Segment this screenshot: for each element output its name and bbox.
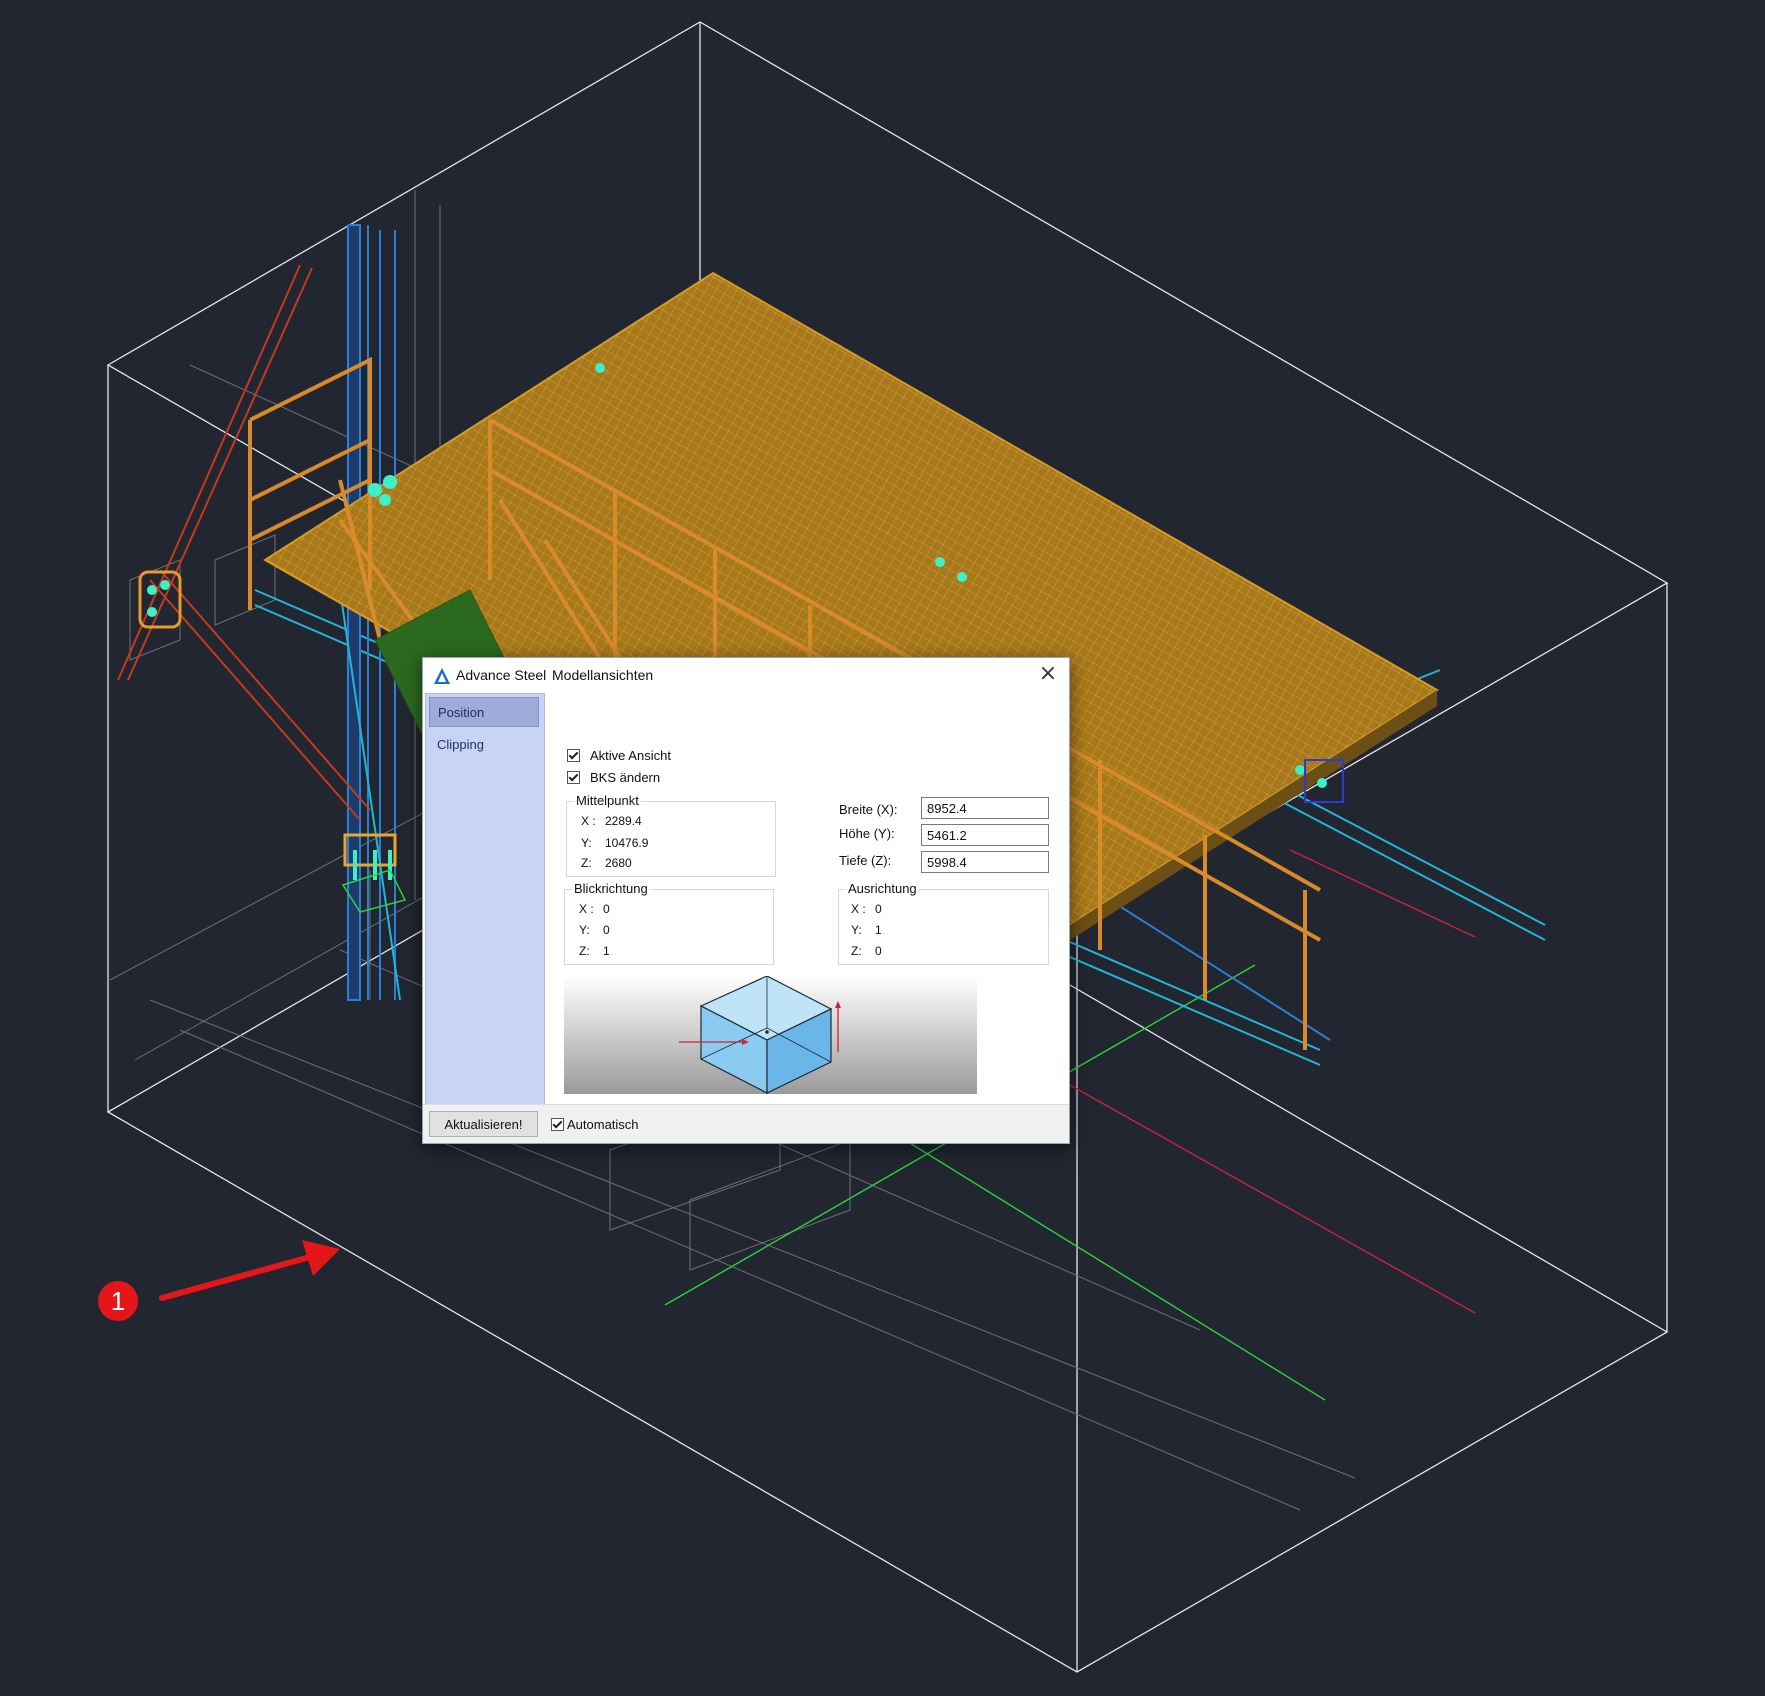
- aktive-ansicht-checkbox[interactable]: [567, 749, 580, 762]
- sidebar-item-clipping[interactable]: Clipping: [429, 730, 539, 760]
- hoehe-input[interactable]: [921, 824, 1049, 846]
- modellansichten-dialog: Advance Steel Modellansichten × Position…: [422, 657, 1070, 1144]
- tiefe-label: Tiefe (Z):: [839, 853, 892, 868]
- ausrichtung-z-label: Z:: [851, 944, 862, 958]
- ausrichtung-title: Ausrichtung: [846, 881, 919, 896]
- tiefe-input[interactable]: [921, 851, 1049, 873]
- mittelpunkt-y-value: 10476.9: [605, 836, 649, 850]
- blickrichtung-z-value: 1: [603, 944, 610, 958]
- mittelpunkt-x-value: 2289.4: [605, 814, 642, 828]
- blickrichtung-x-label: X :: [579, 902, 594, 916]
- ausrichtung-x-value: 0: [875, 902, 882, 916]
- blickrichtung-z-label: Z:: [579, 944, 590, 958]
- advance-steel-logo-icon: [434, 668, 450, 684]
- aktive-ansicht-label: Aktive Ansicht: [590, 748, 671, 763]
- ausrichtung-y-label: Y:: [851, 923, 862, 937]
- automatisch-checkbox[interactable]: [551, 1118, 564, 1131]
- annotation-badge: 1: [98, 1281, 138, 1321]
- mittelpunkt-z-value: 2680: [605, 856, 632, 870]
- ausrichtung-y-value: 1: [875, 923, 882, 937]
- sidebar-item-position[interactable]: Position: [429, 697, 539, 727]
- blickrichtung-title: Blickrichtung: [572, 881, 650, 896]
- blickrichtung-x-value: 0: [603, 902, 610, 916]
- mittelpunkt-title: Mittelpunkt: [574, 793, 641, 808]
- dialog-footer: Aktualisieren! Automatisch: [423, 1104, 1069, 1143]
- mittelpunkt-group: Mittelpunkt X : 2289.4 Y: 10476.9 Z: 268…: [566, 793, 776, 877]
- blickrichtung-y-value: 0: [603, 923, 610, 937]
- mittelpunkt-x-label: X :: [581, 814, 596, 828]
- bks-aendern-checkbox[interactable]: [567, 771, 580, 784]
- dialog-sidebar: Position Clipping: [425, 693, 545, 1105]
- blickrichtung-y-label: Y:: [579, 923, 590, 937]
- ausrichtung-x-label: X :: [851, 902, 866, 916]
- ausrichtung-group: Ausrichtung X : 0 Y: 1 Z: 0: [838, 881, 1049, 965]
- dialog-titlebar[interactable]: Advance Steel Modellansichten ×: [423, 658, 1069, 692]
- update-button[interactable]: Aktualisieren!: [429, 1111, 538, 1137]
- close-button[interactable]: ×: [1033, 662, 1063, 688]
- mittelpunkt-z-label: Z:: [581, 856, 592, 870]
- mittelpunkt-y-label: Y:: [581, 836, 592, 850]
- title-window-name: Modellansichten: [552, 667, 654, 683]
- hoehe-label: Höhe (Y):: [839, 826, 895, 841]
- breite-input[interactable]: [921, 797, 1049, 819]
- bks-aendern-row: BKS ändern: [567, 770, 660, 785]
- automatisch-row: Automatisch: [551, 1117, 639, 1132]
- position-panel: Aktive Ansicht BKS ändern Mittelpunkt X …: [547, 693, 1067, 1103]
- automatisch-label: Automatisch: [567, 1117, 639, 1132]
- breite-label: Breite (X):: [839, 802, 898, 817]
- blickrichtung-group: Blickrichtung X : 0 Y: 0 Z: 1: [564, 881, 774, 965]
- view-preview-cube-icon: [564, 976, 977, 1094]
- aktive-ansicht-row: Aktive Ansicht: [567, 748, 671, 763]
- ausrichtung-z-value: 0: [875, 944, 882, 958]
- annotation-arrow: [159, 1240, 340, 1301]
- title-app-name: Advance Steel: [456, 667, 547, 683]
- bks-aendern-label: BKS ändern: [590, 770, 661, 785]
